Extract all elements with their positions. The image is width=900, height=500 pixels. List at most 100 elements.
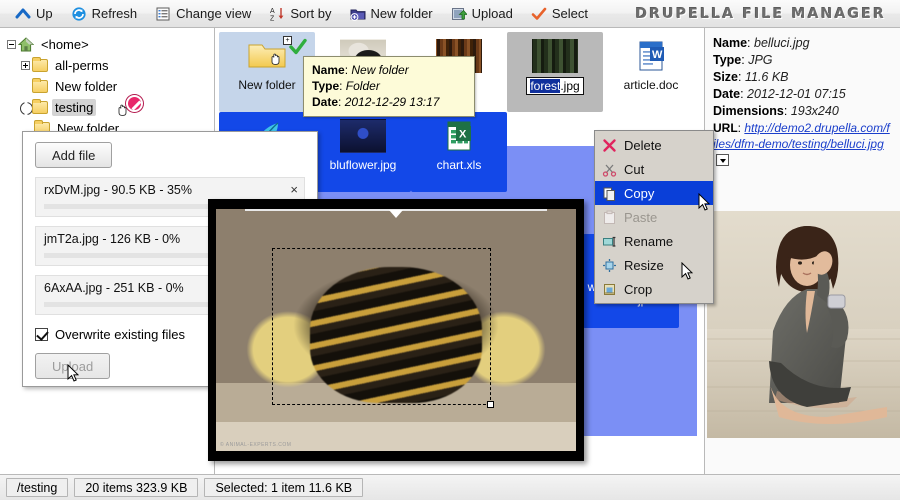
refresh-icon [71, 6, 87, 22]
status-path: /testing [6, 478, 69, 497]
context-menu: Delete Cut Copy Paste Rename Resize Crop [594, 130, 714, 304]
status-item-count: 20 items 323.9 KB [74, 478, 199, 497]
toolbar-button-select[interactable]: Select [522, 2, 597, 26]
toolbar-label-select: Select [551, 6, 588, 21]
info-row-size: Size: 11.6 KB [713, 70, 789, 84]
tree-toggle-home[interactable] [4, 40, 18, 49]
new-folder-icon [350, 6, 366, 22]
context-menu-item-crop[interactable]: Crop [595, 277, 713, 301]
tree-label-home: <home> [41, 37, 89, 52]
tooltip-key-date: Date [312, 95, 339, 109]
context-menu-item-rename[interactable]: Rename [595, 229, 713, 253]
toolbar: Up Refresh Change view A Z Sort by New f… [0, 0, 900, 28]
tree-label-all-perms: all-perms [55, 58, 109, 73]
file-name-label: article.doc [623, 78, 679, 92]
context-menu-item-delete[interactable]: Delete [595, 133, 713, 157]
image-thumbnail [340, 119, 386, 153]
toolbar-button-sort-by[interactable]: A Z Sort by [260, 2, 340, 26]
upload-file-label: 6AxAA.jpg - 251 KB - 0% [44, 281, 184, 295]
toolbar-button-change-view[interactable]: Change view [146, 2, 260, 26]
tooltip-value-date: 2012-12-29 13:17 [344, 95, 440, 109]
tooltip-key-name: Name [312, 63, 345, 77]
tooltip-row-date: Date: 2012-12-29 13:17 [312, 95, 440, 109]
app-title: DRUPELLA FILE MANAGER [635, 5, 886, 22]
context-menu-item-copy[interactable]: Copy [595, 181, 713, 205]
drag-blocked-icon [126, 95, 143, 112]
list-view-icon [155, 6, 171, 22]
tree-toggle-all-perms[interactable] [18, 61, 32, 70]
overwrite-label: Overwrite existing files [55, 327, 186, 342]
upload-cancel-icon[interactable]: × [290, 182, 298, 197]
toolbar-label-change-view: Change view [176, 6, 252, 21]
context-menu-item-paste: Paste [595, 205, 713, 229]
context-menu-label: Paste [624, 209, 658, 225]
resize-icon [602, 258, 617, 273]
file-name-label: New folder [238, 78, 296, 92]
file-tile-bluflower-jpg[interactable]: bluflower.jpg [315, 112, 411, 192]
context-menu-label: Resize [624, 257, 664, 273]
checkmark-icon [531, 6, 547, 22]
word-document-icon: W [628, 39, 674, 73]
up-chevron-icon [15, 6, 31, 22]
info-value-type: JPG [748, 53, 773, 67]
rename-icon [602, 234, 617, 249]
crop-collapse-caret-icon[interactable] [389, 210, 403, 218]
add-file-button[interactable]: Add file [35, 142, 113, 168]
clipboard-icon [602, 210, 617, 225]
info-key-name: Name [713, 36, 748, 50]
context-menu-label: Cut [624, 161, 645, 177]
tooltip-row-type: Type: Folder [312, 79, 380, 93]
svg-text:W: W [652, 49, 663, 61]
toolbar-label-new-folder: New folder [370, 6, 433, 21]
tree-label-new-folder: New folder [55, 79, 118, 94]
info-row-type: Type: JPG [713, 53, 773, 67]
file-url-link[interactable]: http://demo2.drupella.com/files/dfm-demo… [713, 121, 890, 151]
info-key-url: URL [713, 121, 738, 135]
tree-loading-spinner-icon [18, 102, 32, 113]
tree-node-home[interactable]: <home> [4, 34, 214, 55]
file-name-label: bluflower.jpg [329, 158, 397, 172]
file-tile-forest-jpg[interactable]: forest .jpg [507, 32, 603, 112]
svg-text:A: A [270, 8, 275, 15]
rename-extension-text: .jpg [560, 79, 580, 93]
crop-image-canvas[interactable]: © ANIMAL-EXPERTS.COM [216, 209, 576, 451]
toolbar-button-new-folder[interactable]: New folder [341, 2, 442, 26]
tree-node-new-folder[interactable]: New folder [4, 76, 214, 97]
context-menu-label: Rename [624, 233, 674, 249]
tree-node-all-perms[interactable]: all-perms [4, 55, 214, 76]
tooltip-value-name: New folder [351, 63, 409, 77]
scissors-icon [602, 162, 617, 177]
upload-button[interactable]: Upload [35, 353, 111, 379]
file-tile-article-doc[interactable]: W article.doc [603, 32, 699, 112]
upload-icon [451, 6, 468, 22]
file-tile-new-folder[interactable]: New folder + [219, 32, 315, 112]
context-menu-item-resize[interactable]: Resize [595, 253, 713, 277]
toolbar-label-up: Up [36, 6, 53, 21]
toolbar-button-refresh[interactable]: Refresh [62, 2, 147, 26]
rename-selected-text: forest [530, 79, 561, 93]
folder-icon [32, 99, 48, 114]
upload-file-label: jmT2a.jpg - 126 KB - 0% [44, 232, 181, 246]
file-tile-chart-xls[interactable]: X chart.xls [411, 112, 507, 192]
crop-handle-br[interactable] [487, 401, 495, 409]
info-row-url: URL: http://demo2.drupella.com/files/dfm… [713, 120, 892, 168]
rename-input[interactable]: forest .jpg [526, 77, 584, 95]
toolbar-button-up[interactable]: Up [6, 2, 62, 26]
crop-preview-window[interactable]: © ANIMAL-EXPERTS.COM [208, 199, 584, 461]
image-thumbnail [532, 39, 578, 73]
overwrite-checkbox[interactable] [35, 328, 48, 341]
file-name-label: chart.xls [436, 158, 482, 172]
info-row-date: Date: 2012-12-01 07:15 [713, 87, 846, 101]
tooltip-key-type: Type [312, 79, 340, 93]
info-row-name: Name: belluci.jpg [713, 36, 810, 50]
info-value-name: belluci.jpg [754, 36, 810, 50]
context-menu-label: Crop [624, 281, 653, 297]
crop-selection-rectangle[interactable] [271, 247, 495, 409]
url-dropdown-icon[interactable] [716, 154, 729, 166]
folder-icon [32, 78, 48, 93]
tree-node-testing[interactable]: testing [4, 95, 214, 118]
sort-az-icon: A Z [269, 6, 285, 22]
toolbar-button-upload[interactable]: Upload [442, 2, 522, 26]
context-menu-item-cut[interactable]: Cut [595, 157, 713, 181]
info-value-dimensions: 193x240 [790, 104, 839, 118]
